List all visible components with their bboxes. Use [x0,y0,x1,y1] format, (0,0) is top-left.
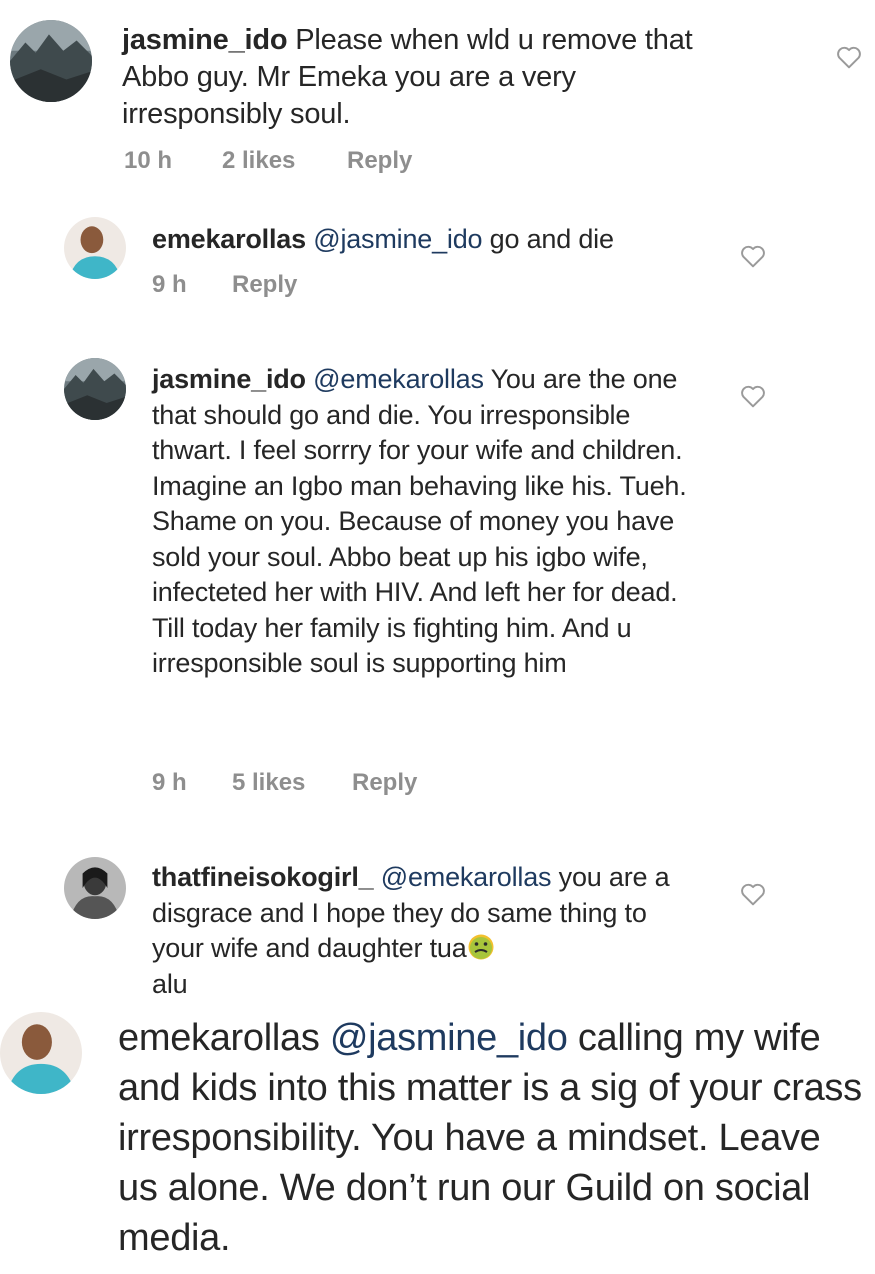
avatar[interactable] [64,857,126,919]
person-avatar-icon [0,1012,82,1094]
heart-icon [837,46,861,69]
avatar[interactable] [0,1012,82,1094]
comment-text: emekarollas @jasmine_ido calling my wife… [118,1013,870,1263]
comment-text: thatfineisokogirl_ @emekarollas you are … [152,860,697,1002]
like-button[interactable] [836,45,862,69]
username[interactable]: thatfineisokogirl_ [152,862,374,892]
timestamp: 10 h [124,147,173,174]
likes-count[interactable]: 2 likes [222,147,347,175]
comment-text: jasmine_ido @emekarollas You are the one… [152,362,697,682]
mention-link[interactable]: @emekarollas [381,862,552,892]
reply-button[interactable]: Reply [232,271,297,299]
heart-icon [741,385,765,408]
like-button[interactable] [740,384,766,408]
timestamp: 9 h [152,271,187,298]
username[interactable]: emekarollas [118,1017,320,1059]
reply-button[interactable]: Reply [352,769,417,797]
person-bw-avatar-icon [64,857,126,919]
mention-link[interactable]: @jasmine_ido [330,1017,568,1059]
like-button[interactable] [740,244,766,268]
landscape-avatar-icon [10,20,92,102]
comment-text: emekarollas @jasmine_ido go and die [152,222,712,256]
timestamp: 9 h [152,769,187,796]
username[interactable]: jasmine_ido [122,24,288,56]
person-avatar-icon [64,217,126,279]
mention-link[interactable]: @jasmine_ido [313,224,482,254]
heart-icon [741,245,765,268]
reply-button[interactable]: Reply [347,147,412,175]
comment-text: jasmine_ido Please when wld u remove tha… [122,22,722,133]
avatar[interactable] [64,358,126,420]
avatar[interactable] [10,20,92,102]
nauseated-face-emoji-icon [467,933,495,961]
comment-body-continued: alu [152,968,188,999]
landscape-avatar-icon [64,358,126,420]
heart-icon [741,883,765,906]
comment-body: You are the one that should go and die. … [152,364,687,678]
mention-link[interactable]: @emekarollas [313,364,484,394]
avatar[interactable] [64,217,126,279]
likes-count[interactable]: 5 likes [232,769,352,797]
comment-body: go and die [489,224,614,254]
username[interactable]: emekarollas [152,224,306,254]
like-button[interactable] [740,882,766,906]
username[interactable]: jasmine_ido [152,364,306,394]
